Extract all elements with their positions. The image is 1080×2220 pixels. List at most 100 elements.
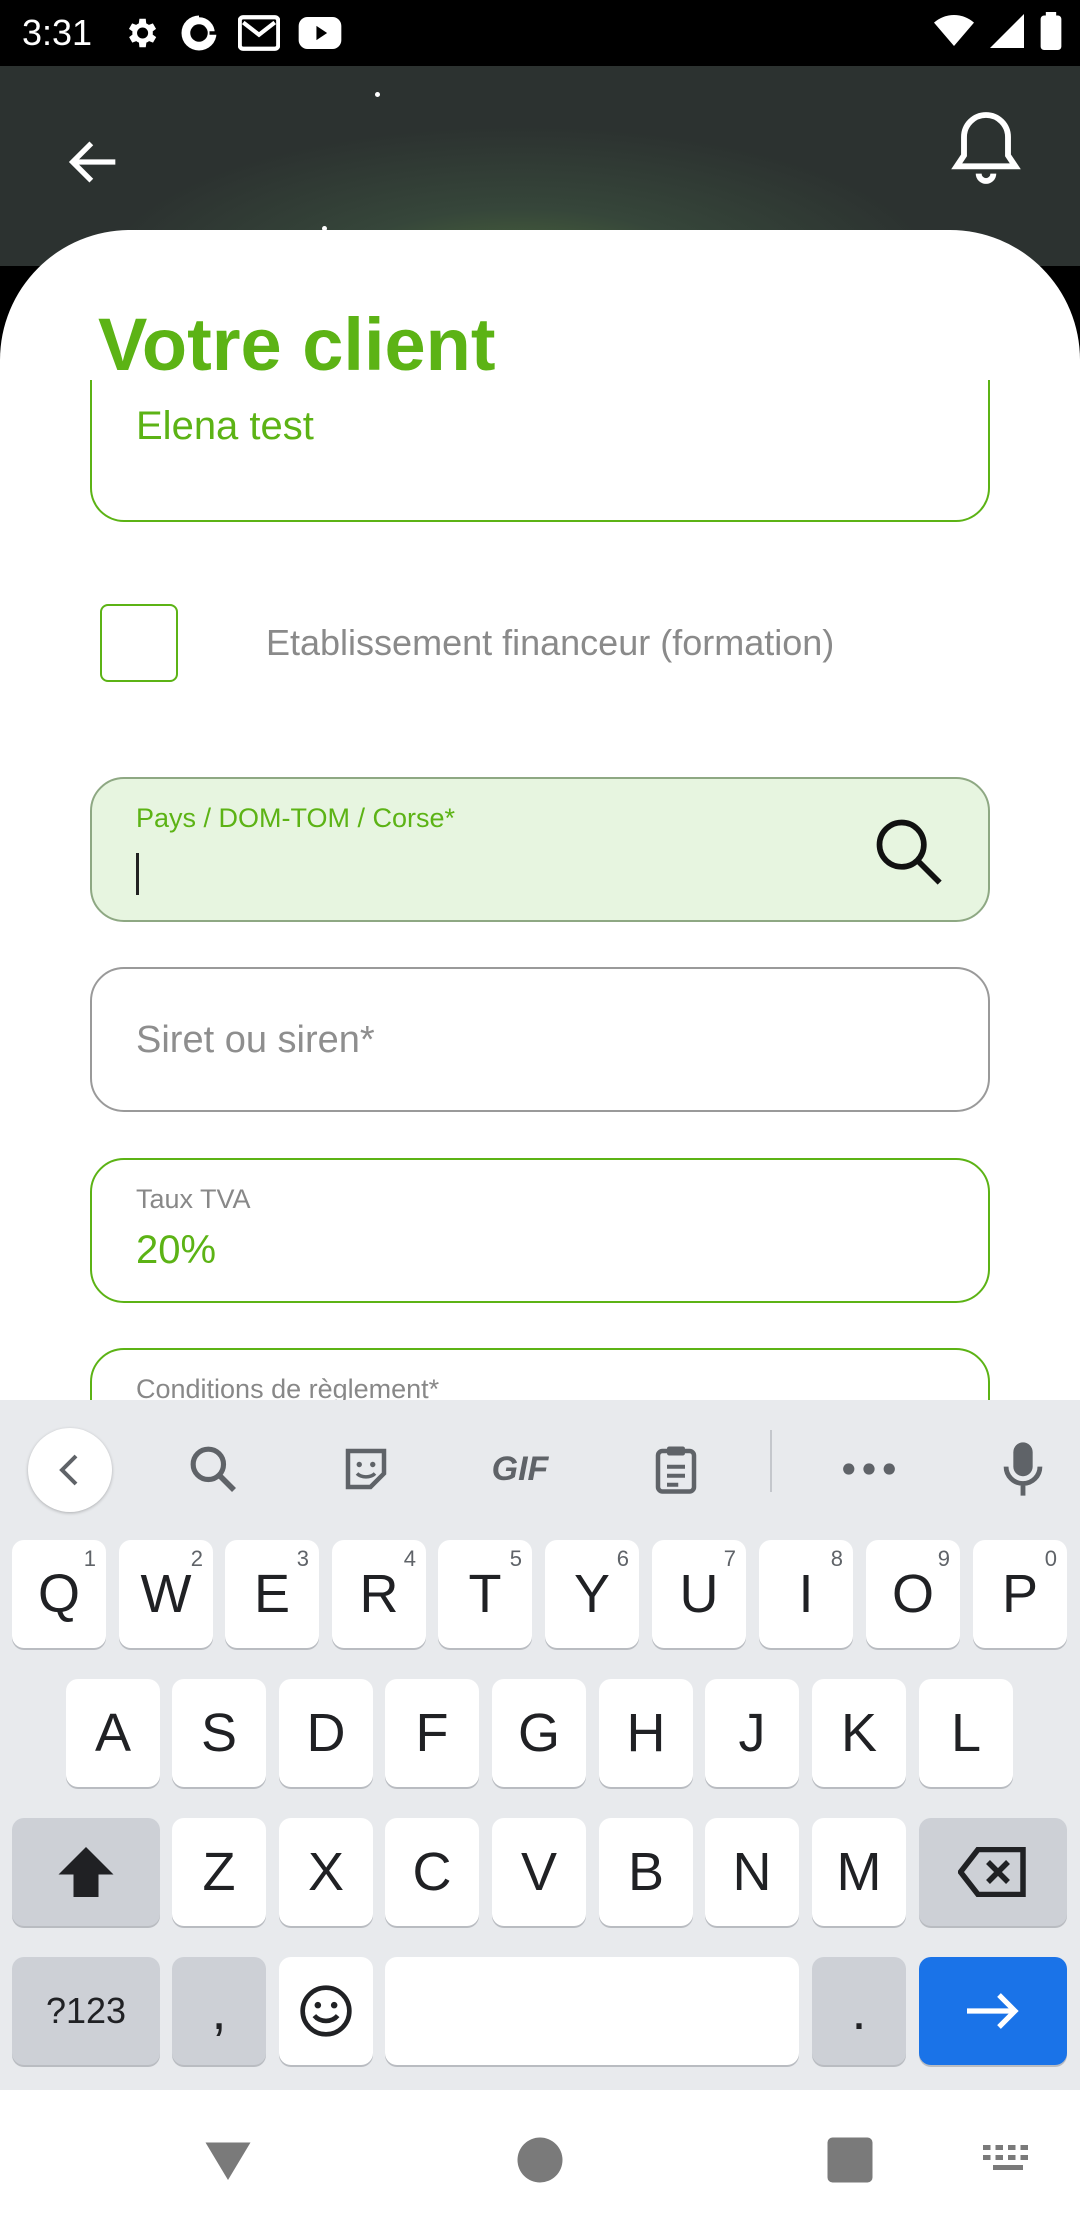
siret-placeholder: Siret ou siren* — [136, 1019, 375, 1061]
arrow-right-icon — [967, 1993, 1019, 2029]
key-w[interactable]: W2 — [119, 1540, 213, 1648]
system-navigation-bar — [0, 2090, 1080, 2220]
background-star — [375, 92, 380, 97]
clipboard-button[interactable] — [641, 1434, 711, 1504]
notification-icons — [122, 12, 342, 54]
client-name-field[interactable]: Elena test — [90, 380, 990, 522]
clipboard-icon — [655, 1446, 697, 1494]
shift-key[interactable] — [12, 1818, 160, 1926]
toolbar-separator — [770, 1430, 772, 1492]
keyboard-search-button[interactable] — [178, 1434, 248, 1504]
key-o[interactable]: O9 — [866, 1540, 960, 1648]
key-label: Q — [37, 1564, 80, 1624]
enter-key[interactable] — [919, 1957, 1067, 2065]
key-i[interactable]: I8 — [759, 1540, 853, 1648]
soft-keyboard: GIF Q1 W2 E3 R4 T5 Y6 U7 I8 O9 P0 A S D … — [0, 1400, 1080, 2090]
symbols-key[interactable]: ?123 — [12, 1957, 160, 2065]
key-g[interactable]: G — [492, 1679, 586, 1787]
key-u[interactable]: U7 — [652, 1540, 746, 1648]
microphone-icon — [1003, 1442, 1043, 1496]
battery-icon — [1040, 12, 1062, 50]
key-hint: 2 — [190, 1546, 203, 1571]
space-key[interactable] — [385, 1957, 799, 2065]
more-options-button[interactable] — [834, 1434, 904, 1504]
keyboard-switch-icon[interactable] — [978, 2130, 1038, 2190]
country-label: Pays / DOM-TOM / Corse* — [136, 803, 456, 833]
key-n[interactable]: N — [705, 1818, 799, 1926]
key-y[interactable]: Y6 — [545, 1540, 639, 1648]
gmail-icon — [238, 15, 280, 51]
wifi-icon — [934, 15, 974, 46]
siret-field[interactable]: Siret ou siren* — [90, 967, 990, 1112]
back-arrow-icon[interactable] — [62, 130, 126, 194]
key-k[interactable]: K — [812, 1679, 906, 1787]
key-hint: 0 — [1044, 1546, 1057, 1571]
country-field[interactable]: Pays / DOM-TOM / Corse* — [90, 777, 990, 922]
key-c[interactable]: C — [385, 1818, 479, 1926]
backspace-icon — [958, 1847, 1026, 1897]
key-p[interactable]: P0 — [973, 1540, 1067, 1648]
sticker-button[interactable] — [331, 1434, 401, 1504]
shift-icon — [58, 1847, 114, 1897]
collapse-keyboard-button[interactable] — [28, 1428, 112, 1512]
key-hint: 5 — [509, 1546, 522, 1571]
search-icon — [190, 1446, 236, 1492]
key-h[interactable]: H — [599, 1679, 693, 1787]
key-z[interactable]: Z — [172, 1818, 266, 1926]
client-form-card: Votre client Elena test Etablissement fi… — [0, 230, 1080, 1400]
key-label: O — [891, 1564, 934, 1624]
page-title: Votre client — [98, 303, 496, 386]
comma-key[interactable]: , — [172, 1957, 266, 2065]
text-cursor — [136, 853, 139, 895]
sticker-icon — [345, 1448, 387, 1490]
gif-button[interactable]: GIF — [484, 1434, 556, 1504]
youtube-icon — [298, 17, 342, 49]
key-q[interactable]: Q1 — [12, 1540, 106, 1648]
settings-icon — [128, 18, 157, 48]
emoji-icon — [300, 1985, 352, 2037]
key-j[interactable]: J — [705, 1679, 799, 1787]
home-circle-icon[interactable] — [510, 2130, 570, 2190]
backspace-key[interactable] — [919, 1818, 1067, 1926]
key-label: P — [1001, 1564, 1039, 1624]
status-time: 3:31 — [22, 12, 93, 53]
vat-rate-label: Taux TVA — [136, 1184, 251, 1214]
key-l[interactable]: L — [919, 1679, 1013, 1787]
key-m[interactable]: M — [812, 1818, 906, 1926]
back-triangle-icon[interactable] — [198, 2130, 258, 2190]
financial-institution-checkbox[interactable] — [100, 604, 178, 682]
period-key[interactable]: . — [812, 1957, 906, 2065]
key-v[interactable]: V — [492, 1818, 586, 1926]
key-x[interactable]: X — [279, 1818, 373, 1926]
key-label: E — [253, 1564, 291, 1624]
vat-rate-field[interactable]: Taux TVA 20% — [90, 1158, 990, 1303]
financial-institution-row[interactable]: Etablissement financeur (formation) — [100, 604, 1000, 684]
client-name-value: Elena test — [136, 404, 314, 448]
key-label: T — [468, 1564, 502, 1624]
recents-square-icon[interactable] — [820, 2130, 880, 2190]
key-r[interactable]: R4 — [332, 1540, 426, 1648]
vat-rate-value: 20% — [136, 1228, 217, 1272]
key-label: U — [679, 1564, 719, 1624]
status-bar: 3:31 — [0, 0, 1080, 66]
payment-terms-field[interactable]: Conditions de règlement* — [90, 1348, 990, 1400]
key-f[interactable]: F — [385, 1679, 479, 1787]
key-hint: 7 — [723, 1546, 736, 1571]
key-hint: 8 — [830, 1546, 843, 1571]
emoji-key[interactable] — [279, 1957, 373, 2065]
key-b[interactable]: B — [599, 1818, 693, 1926]
payment-terms-label: Conditions de règlement* — [136, 1374, 440, 1400]
search-icon[interactable] — [870, 813, 946, 889]
system-icons — [934, 12, 1062, 50]
key-d[interactable]: D — [279, 1679, 373, 1787]
key-hint: 4 — [403, 1546, 416, 1571]
key-a[interactable]: A — [66, 1679, 160, 1787]
key-label: I — [798, 1564, 814, 1624]
key-t[interactable]: T5 — [438, 1540, 532, 1648]
bell-icon[interactable] — [942, 104, 1030, 192]
key-s[interactable]: S — [172, 1679, 266, 1787]
chevron-left-icon — [59, 1454, 78, 1486]
key-e[interactable]: E3 — [225, 1540, 319, 1648]
voice-input-button[interactable] — [988, 1434, 1058, 1504]
more-horizontal-icon — [843, 1463, 895, 1475]
